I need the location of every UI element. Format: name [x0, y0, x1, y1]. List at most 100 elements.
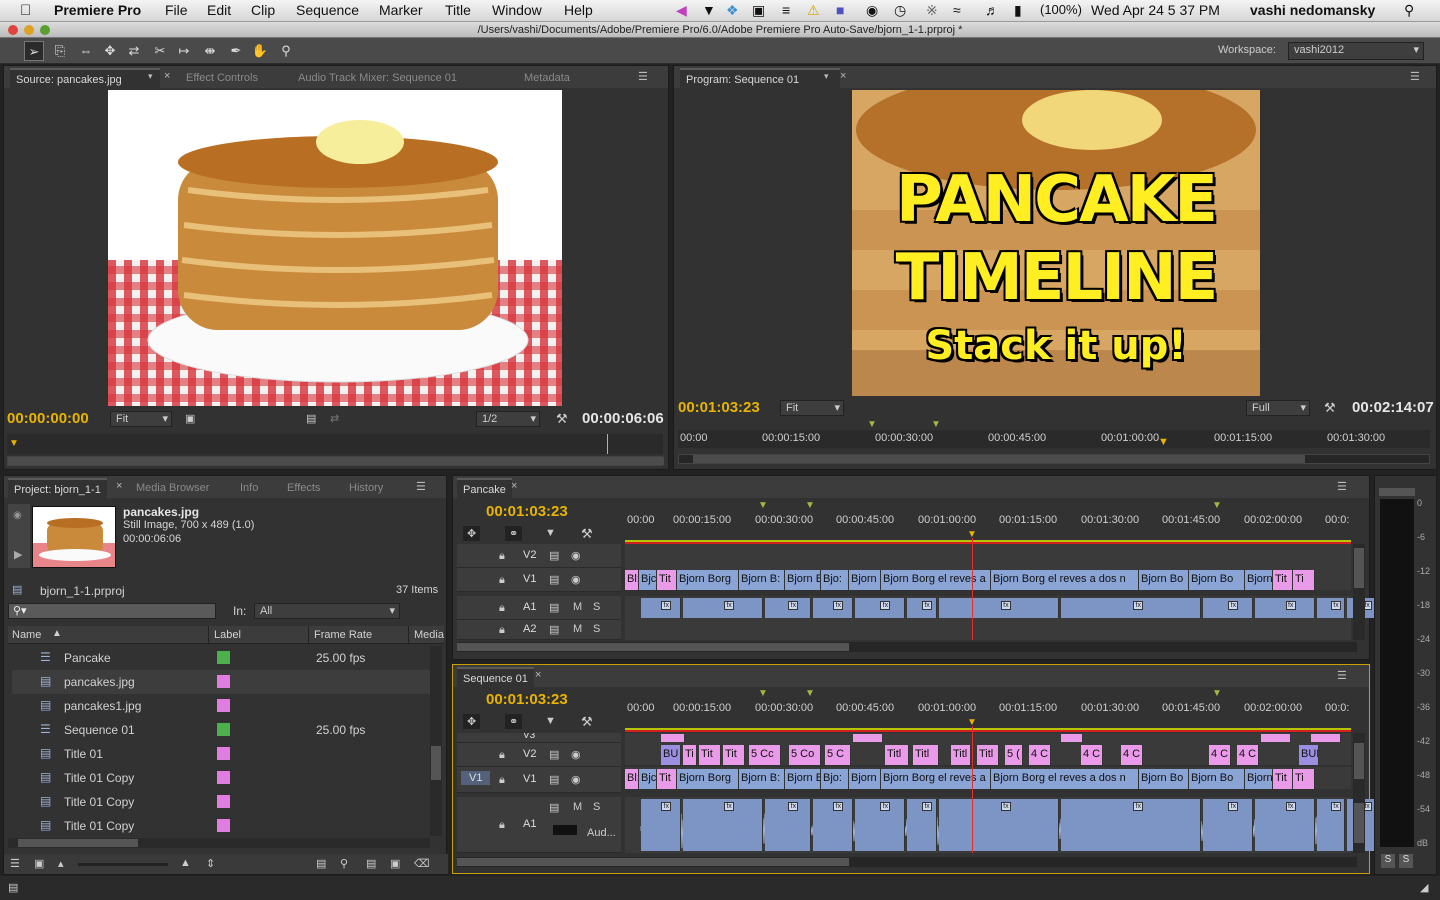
- scrollbar-thumb[interactable]: [8, 457, 664, 465]
- project-vertical-scrollbar[interactable]: [430, 646, 442, 836]
- audio-clip[interactable]: fx: [641, 799, 681, 851]
- dropbox-icon[interactable]: ❖: [726, 2, 739, 19]
- solo-button[interactable]: S: [593, 601, 600, 613]
- list-item[interactable]: ▤ pancakes.jpg: [12, 670, 432, 694]
- tab-program[interactable]: Program: Sequence 01: [680, 68, 840, 88]
- fx-badge-icon[interactable]: fx: [880, 601, 891, 610]
- fx-badge-icon[interactable]: fx: [788, 802, 799, 811]
- status-icon-square[interactable]: ■: [836, 2, 844, 18]
- menu-help[interactable]: Help: [564, 2, 593, 18]
- video-clip[interactable]: Bjorn Borg el reves a dos n: [991, 769, 1139, 789]
- scrollbar-thumb[interactable]: [693, 455, 1305, 463]
- video-clip[interactable]: Bjc: [639, 570, 657, 590]
- status-icon-1[interactable]: ◀: [676, 2, 687, 19]
- video-clip[interactable]: Bjorn Borg: [677, 570, 739, 590]
- audio-clip[interactable]: fx: [813, 598, 853, 618]
- track-a1[interactable]: fx fx fx fx fx fx fx fx fx fx fx fx: [625, 797, 1377, 853]
- video-clip[interactable]: Ti: [1293, 769, 1315, 789]
- slip-tool-icon[interactable]: ↦: [174, 41, 194, 61]
- volume-icon[interactable]: ♬: [985, 2, 999, 18]
- video-clip[interactable]: Bjorn: [849, 769, 881, 789]
- tab-effect-controls[interactable]: Effect Controls: [180, 68, 264, 88]
- video-clip[interactable]: Bjorn Borg: [677, 769, 739, 789]
- close-tab-icon[interactable]: ×: [511, 480, 517, 492]
- add-marker-icon[interactable]: ▼: [545, 527, 556, 539]
- eye-icon[interactable]: ◉: [571, 773, 581, 786]
- scrollbar-thumb[interactable]: [1354, 743, 1364, 779]
- zoom-slider[interactable]: [78, 863, 168, 866]
- list-item[interactable]: ☰ Pancake 25.00 fps: [12, 646, 432, 670]
- title-clip[interactable]: 4 C: [1209, 745, 1231, 765]
- title-clip[interactable]: 5 (: [1005, 745, 1023, 765]
- sync-icon[interactable]: ▤: [549, 623, 559, 636]
- linked-selection-icon[interactable]: ⚭: [505, 526, 523, 541]
- video-clip[interactable]: Bjorn B: [785, 769, 821, 789]
- marker-icon[interactable]: ▼: [805, 500, 815, 511]
- title-clip[interactable]: 4 C: [1081, 745, 1103, 765]
- title-clip[interactable]: BU: [661, 745, 681, 765]
- col-frame-rate[interactable]: Frame Rate: [314, 629, 372, 641]
- label-swatch[interactable]: [217, 651, 230, 664]
- audio-clip[interactable]: fx: [1203, 799, 1253, 851]
- track-select-tool-icon[interactable]: ⎘: [50, 41, 70, 61]
- marker-icon[interactable]: ▼: [867, 419, 877, 430]
- title-clip[interactable]: [1311, 734, 1341, 742]
- program-quality-select[interactable]: Full ▾: [1246, 400, 1310, 416]
- sort-ascending-icon[interactable]: ▲: [52, 628, 62, 639]
- track-name-v3[interactable]: V3: [523, 733, 535, 741]
- title-clip[interactable]: BUI: [1299, 745, 1319, 765]
- panel-menu-icon[interactable]: ☰: [1337, 669, 1347, 682]
- wrench-icon[interactable]: ⚒: [1324, 400, 1336, 416]
- find-icon[interactable]: ⚲: [340, 857, 348, 870]
- track-v3[interactable]: [625, 733, 1351, 743]
- marker-icon[interactable]: ▼: [1212, 500, 1222, 511]
- source-time-ruler[interactable]: ▼: [7, 434, 663, 454]
- sort-icon[interactable]: ⇕: [206, 857, 215, 870]
- audio-clip[interactable]: fx: [765, 799, 811, 851]
- tab-info[interactable]: Info: [234, 478, 264, 498]
- mute-button[interactable]: M: [573, 623, 582, 635]
- video-clip[interactable]: Bjorn: [1245, 769, 1273, 789]
- timeline-ruler[interactable]: 00:00 00:00:15:00 00:00:30:00 00:00:45:0…: [625, 700, 1353, 718]
- title-clip[interactable]: Titl: [885, 745, 909, 765]
- audio-clip[interactable]: fx: [1255, 799, 1315, 851]
- out-point-marker[interactable]: [607, 434, 608, 454]
- icon-view-icon[interactable]: ▣: [34, 857, 44, 870]
- source-zoom-scrollbar[interactable]: [7, 456, 664, 466]
- col-label[interactable]: Label: [214, 629, 241, 641]
- video-clip[interactable]: Bjo:: [821, 769, 849, 789]
- audio-clip[interactable]: fx: [1203, 598, 1253, 618]
- ripple-edit-tool-icon[interactable]: ⇔: [76, 41, 96, 61]
- playhead-line[interactable]: [972, 726, 973, 853]
- track-name-v2[interactable]: V2: [523, 549, 536, 561]
- title-clip[interactable]: 5 Co: [789, 745, 821, 765]
- col-divider[interactable]: [408, 626, 409, 644]
- source-zoom-select[interactable]: Fit ▾: [110, 411, 172, 427]
- new-item-icon[interactable]: ▣: [390, 857, 400, 870]
- scrollbar-thumb[interactable]: [18, 839, 138, 847]
- source-patch-v1[interactable]: V1: [461, 771, 491, 785]
- video-clip[interactable]: Bjorn B:: [739, 769, 785, 789]
- video-clip[interactable]: Tit: [657, 769, 677, 789]
- close-tab-icon[interactable]: ×: [840, 70, 846, 82]
- zoom-in-icon[interactable]: ▲: [180, 857, 191, 869]
- video-clip[interactable]: Bjorn Bo: [1139, 570, 1189, 590]
- track-name-v1[interactable]: V1: [523, 573, 536, 585]
- timeline-horizontal-scrollbar[interactable]: [457, 642, 1357, 652]
- bluetooth-icon[interactable]: ※: [926, 2, 938, 19]
- label-swatch[interactable]: [217, 699, 230, 712]
- audio-clip[interactable]: fx: [939, 598, 1059, 618]
- snap-icon[interactable]: ✥: [463, 526, 481, 541]
- label-swatch[interactable]: [217, 795, 230, 808]
- title-clip[interactable]: 4 C: [1121, 745, 1143, 765]
- audio-clip[interactable]: fx: [855, 598, 905, 618]
- track-name-v2[interactable]: V2: [523, 748, 536, 760]
- fx-badge-icon[interactable]: fx: [724, 802, 735, 811]
- audio-clip[interactable]: fx: [683, 598, 763, 618]
- trash-icon[interactable]: ⌫: [414, 857, 430, 870]
- status-icon-list[interactable]: ≡: [782, 2, 790, 18]
- close-tab-icon[interactable]: ×: [164, 70, 170, 82]
- list-item[interactable]: ▤ Title 01 Copy: [12, 814, 432, 838]
- audio-clip[interactable]: fx: [1061, 799, 1201, 851]
- audio-clip[interactable]: fx: [907, 598, 937, 618]
